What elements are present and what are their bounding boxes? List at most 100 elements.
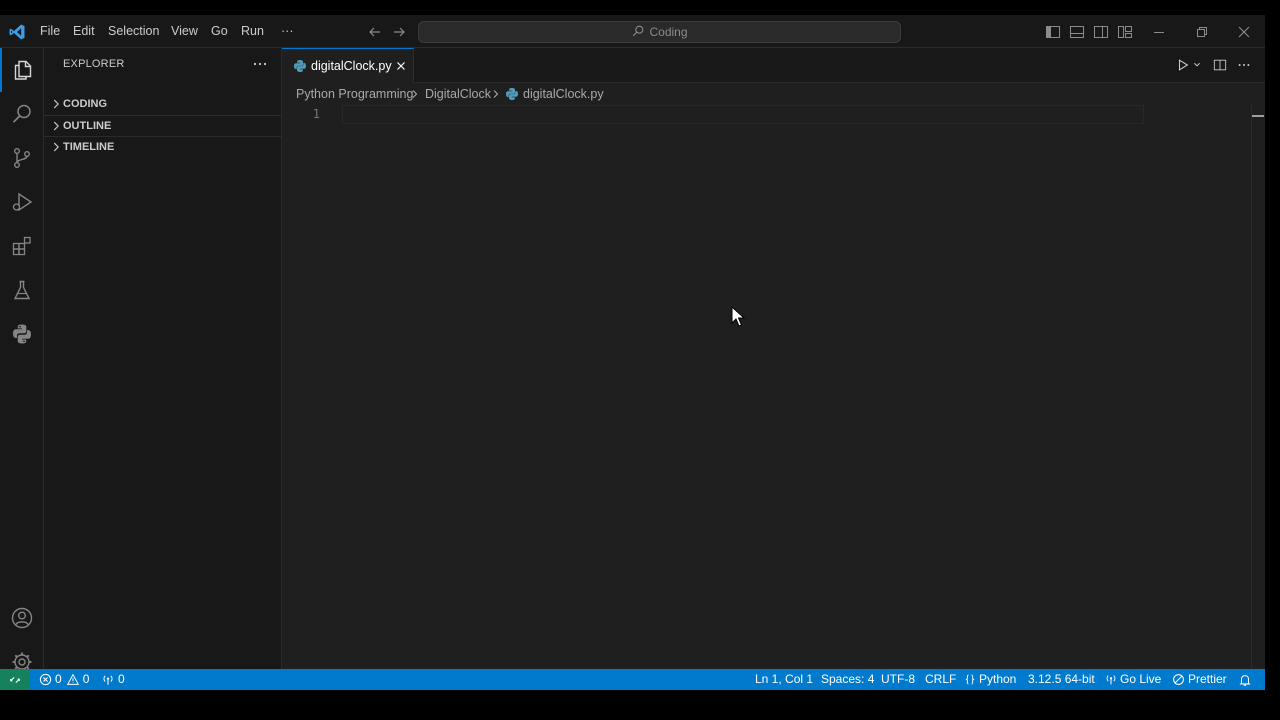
cursor-position-label: Ln 1, Col 1 bbox=[755, 672, 814, 686]
close-window-icon[interactable] bbox=[1236, 24, 1252, 40]
extensions-icon bbox=[12, 236, 31, 256]
braces-icon bbox=[965, 674, 975, 685]
breadcrumb-folder[interactable]: Python Programming bbox=[296, 83, 413, 105]
command-center[interactable]: Coding bbox=[418, 21, 901, 43]
python-file-icon bbox=[506, 88, 518, 100]
section-label: CODING bbox=[63, 98, 107, 110]
error-icon bbox=[39, 673, 52, 686]
remote-icon bbox=[10, 676, 20, 683]
section-coding[interactable]: CODING bbox=[44, 94, 282, 115]
activity-python[interactable] bbox=[0, 312, 44, 356]
more-actions-icon[interactable] bbox=[251, 56, 269, 72]
mouse-pointer-icon bbox=[731, 306, 745, 327]
menu-file[interactable]: File bbox=[35, 15, 65, 48]
menu-selection[interactable]: Selection bbox=[103, 15, 164, 48]
encoding-label: UTF-8 bbox=[881, 672, 915, 686]
back-arrow-icon[interactable] bbox=[367, 24, 383, 40]
error-count: 0 bbox=[55, 672, 62, 686]
indentation[interactable]: Spaces: 4 bbox=[821, 669, 874, 690]
activity-explorer[interactable] bbox=[0, 48, 44, 92]
menu-go[interactable]: Go bbox=[206, 15, 233, 48]
explorer-sidebar: EXPLORER CODING OUTLINE TIMELINE bbox=[44, 48, 282, 669]
vertical-scrollbar[interactable] bbox=[1251, 105, 1252, 669]
minimize-icon[interactable] bbox=[1151, 24, 1167, 40]
go-live-button[interactable]: Go Live bbox=[1105, 669, 1161, 690]
problems-indicator[interactable]: 0 0 bbox=[39, 669, 89, 690]
breadcrumb-file[interactable]: digitalClock.py bbox=[523, 83, 604, 105]
cursor-position[interactable]: Ln 1, Col 1 bbox=[755, 669, 813, 690]
current-line-highlight bbox=[342, 105, 1144, 124]
menu-view[interactable]: View bbox=[166, 15, 203, 48]
search-icon bbox=[12, 104, 31, 123]
command-center-label: Coding bbox=[649, 25, 688, 39]
section-timeline[interactable]: TIMELINE bbox=[44, 136, 282, 157]
vscode-window: File Edit Selection View Go Run ··· Codi… bbox=[0, 15, 1265, 690]
files-icon bbox=[14, 60, 32, 80]
close-tab-icon[interactable] bbox=[394, 59, 408, 73]
broadcast-icon bbox=[1106, 675, 1116, 685]
warning-count: 0 bbox=[82, 672, 90, 686]
toggle-secondary-sidebar-icon[interactable] bbox=[1093, 24, 1109, 40]
language-mode[interactable]: Python bbox=[964, 669, 1016, 690]
tab-label: digitalClock.py bbox=[311, 59, 392, 73]
activity-bar bbox=[0, 48, 44, 672]
interpreter-label: 3.12.5 64-bit bbox=[1028, 672, 1095, 686]
ports-indicator[interactable]: 0 bbox=[101, 669, 125, 690]
python-icon bbox=[13, 324, 31, 344]
split-editor-icon[interactable] bbox=[1213, 58, 1227, 72]
chevron-right-icon bbox=[412, 90, 418, 98]
prettier-indicator[interactable]: Prettier bbox=[1172, 669, 1227, 690]
activity-search[interactable] bbox=[0, 92, 44, 136]
section-label: TIMELINE bbox=[63, 141, 115, 153]
toggle-primary-sidebar-icon[interactable] bbox=[1045, 24, 1061, 40]
menu-more[interactable]: ··· bbox=[276, 15, 299, 48]
chevron-right-icon bbox=[53, 121, 59, 131]
forward-arrow-icon[interactable] bbox=[391, 24, 407, 40]
breadcrumb: Python Programming DigitalClock digitalC… bbox=[282, 83, 1265, 105]
title-bar: File Edit Selection View Go Run ··· Codi… bbox=[0, 15, 1265, 48]
menu-run[interactable]: Run bbox=[236, 15, 269, 48]
explorer-title: EXPLORER bbox=[63, 58, 125, 70]
remote-indicator[interactable] bbox=[0, 669, 30, 690]
restore-icon[interactable] bbox=[1194, 24, 1210, 40]
section-label: OUTLINE bbox=[63, 120, 112, 132]
encoding[interactable]: UTF-8 bbox=[881, 669, 915, 690]
activity-source-control[interactable] bbox=[0, 136, 44, 180]
activity-extensions[interactable] bbox=[0, 224, 44, 268]
run-file-icon[interactable] bbox=[1176, 58, 1190, 72]
search-icon bbox=[633, 25, 644, 37]
activity-testing[interactable] bbox=[0, 268, 44, 312]
notifications-button[interactable] bbox=[1238, 669, 1255, 690]
indentation-label: Spaces: 4 bbox=[821, 672, 875, 686]
toggle-panel-icon[interactable] bbox=[1069, 24, 1085, 40]
go-live-label: Go Live bbox=[1120, 672, 1162, 686]
chevron-right-icon bbox=[53, 99, 59, 109]
ports-count: 0 bbox=[118, 672, 125, 686]
run-debug-icon bbox=[12, 192, 33, 212]
account-icon bbox=[11, 607, 33, 629]
bell-icon bbox=[1239, 674, 1251, 686]
warning-icon bbox=[66, 673, 79, 685]
end-of-line[interactable]: CRLF bbox=[925, 669, 956, 690]
breadcrumb-subfolder[interactable]: DigitalClock bbox=[425, 83, 491, 105]
python-interpreter[interactable]: 3.12.5 64-bit bbox=[1028, 669, 1095, 690]
line-number: 1 bbox=[312, 107, 320, 121]
tab-digitalclock-py[interactable]: digitalClock.py bbox=[282, 48, 414, 83]
chevron-right-icon bbox=[493, 90, 499, 98]
prettier-icon bbox=[1173, 674, 1184, 685]
menu-edit[interactable]: Edit bbox=[68, 15, 100, 48]
code-editor[interactable]: 1 bbox=[282, 105, 1265, 669]
activity-accounts[interactable] bbox=[0, 596, 44, 640]
source-control-icon bbox=[13, 148, 30, 169]
overview-ruler-cursor bbox=[1252, 115, 1264, 117]
python-file-icon bbox=[294, 60, 306, 72]
eol-label: CRLF bbox=[925, 672, 957, 686]
beaker-icon bbox=[13, 280, 31, 300]
section-outline[interactable]: OUTLINE bbox=[44, 115, 282, 136]
editor-tabs: digitalClock.py bbox=[282, 48, 1265, 83]
chevron-down-icon[interactable] bbox=[1192, 58, 1202, 72]
activity-run-debug[interactable] bbox=[0, 180, 44, 224]
customize-layout-icon[interactable] bbox=[1117, 24, 1133, 40]
prettier-label: Prettier bbox=[1188, 672, 1227, 686]
more-actions-icon[interactable] bbox=[1237, 58, 1251, 72]
